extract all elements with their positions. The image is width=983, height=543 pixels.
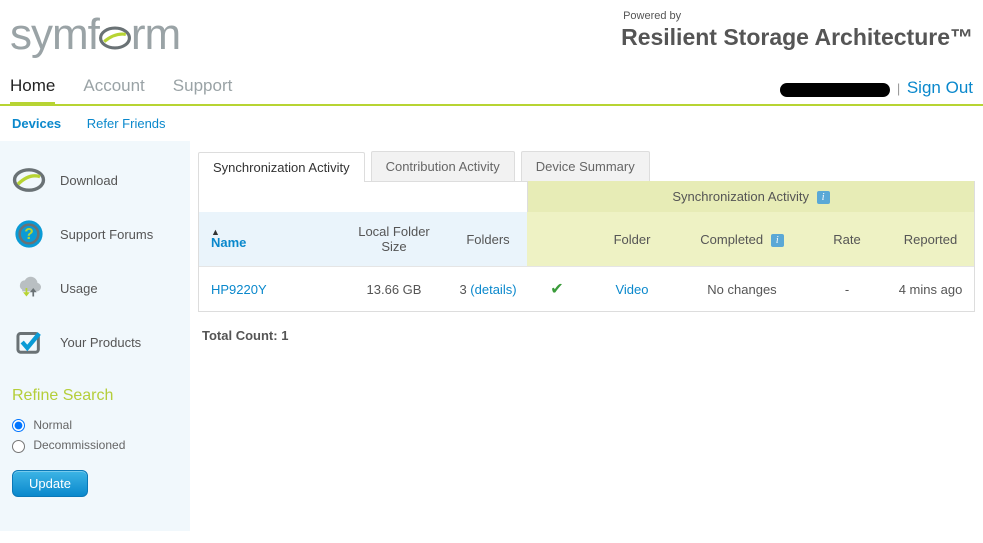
folder-link[interactable]: Video [615,282,648,297]
col-local-folder-size[interactable]: Local Folder Size [339,212,449,267]
sidebar-item-label: Usage [60,281,98,296]
radio-decommissioned[interactable] [12,440,25,453]
refine-search-title: Refine Search [12,387,178,405]
col-completed[interactable]: Completed i [677,212,807,267]
col-reported[interactable]: Reported [887,212,974,267]
subnav-refer-friends[interactable]: Refer Friends [87,116,166,131]
sign-out-link[interactable]: Sign Out [907,78,973,103]
sidebar-item-download[interactable]: Download [0,153,190,207]
update-button[interactable]: Update [12,470,88,497]
nav-support[interactable]: Support [173,76,233,104]
sidebar-item-label: Support Forums [60,227,153,242]
checkmark-icon: ✔ [550,281,563,298]
tab-contribution-activity[interactable]: Contribution Activity [371,151,515,181]
sidebar-item-label: Download [60,173,118,188]
device-link[interactable]: HP9220Y [211,282,267,297]
col-rate[interactable]: Rate [807,212,887,267]
cloud-sync-icon [12,271,46,305]
username-redacted [780,83,890,97]
nav-home[interactable]: Home [10,76,55,106]
architecture-title: Resilient Storage Architecture™ [621,24,973,51]
info-icon[interactable]: i [771,234,784,247]
svg-text:?: ? [24,226,33,243]
subnav-devices[interactable]: Devices [12,116,61,131]
sidebar: Download ? Support Forums Usage Your Pro… [0,141,190,531]
cell-completed: No changes [677,267,807,312]
cell-reported: 4 mins ago [887,267,974,312]
col-folder[interactable]: Folder [587,212,677,267]
details-link[interactable]: (details) [470,282,516,297]
radio-decommissioned-label[interactable]: Decommissioned [12,435,178,455]
nav-account[interactable]: Account [83,76,144,104]
tab-device-summary[interactable]: Device Summary [521,151,650,181]
checkbox-icon [12,325,46,359]
radio-normal[interactable] [12,419,25,432]
logo-swirl-icon [97,17,133,53]
col-folders[interactable]: Folders [449,212,527,267]
panel-title: Synchronization Activity i [527,181,974,212]
tab-sync-activity[interactable]: Synchronization Activity [198,152,365,182]
sidebar-item-label: Your Products [60,335,141,350]
total-count: Total Count: 1 [198,312,975,359]
powered-by: Powered by [621,10,973,22]
radio-normal-label[interactable]: Normal [12,415,178,435]
sidebar-item-support-forums[interactable]: ? Support Forums [0,207,190,261]
col-status [527,212,587,267]
sidebar-item-your-products[interactable]: Your Products [0,315,190,369]
table-row: HP9220Y 13.66 GB 3 (details) ✔ Video No … [199,267,974,312]
download-icon [12,163,46,197]
question-icon: ? [12,217,46,251]
info-icon[interactable]: i [817,191,830,204]
tagline: Powered by Resilient Storage Architectur… [621,10,973,51]
col-name[interactable]: ▲ Name [199,212,339,267]
user-bar: | Sign Out [780,78,973,104]
cell-local-folder-size: 13.66 GB [339,267,449,312]
cell-folders: 3 (details) [449,267,527,312]
logo: symf rm [10,10,180,60]
cell-rate: - [807,267,887,312]
sidebar-item-usage[interactable]: Usage [0,261,190,315]
